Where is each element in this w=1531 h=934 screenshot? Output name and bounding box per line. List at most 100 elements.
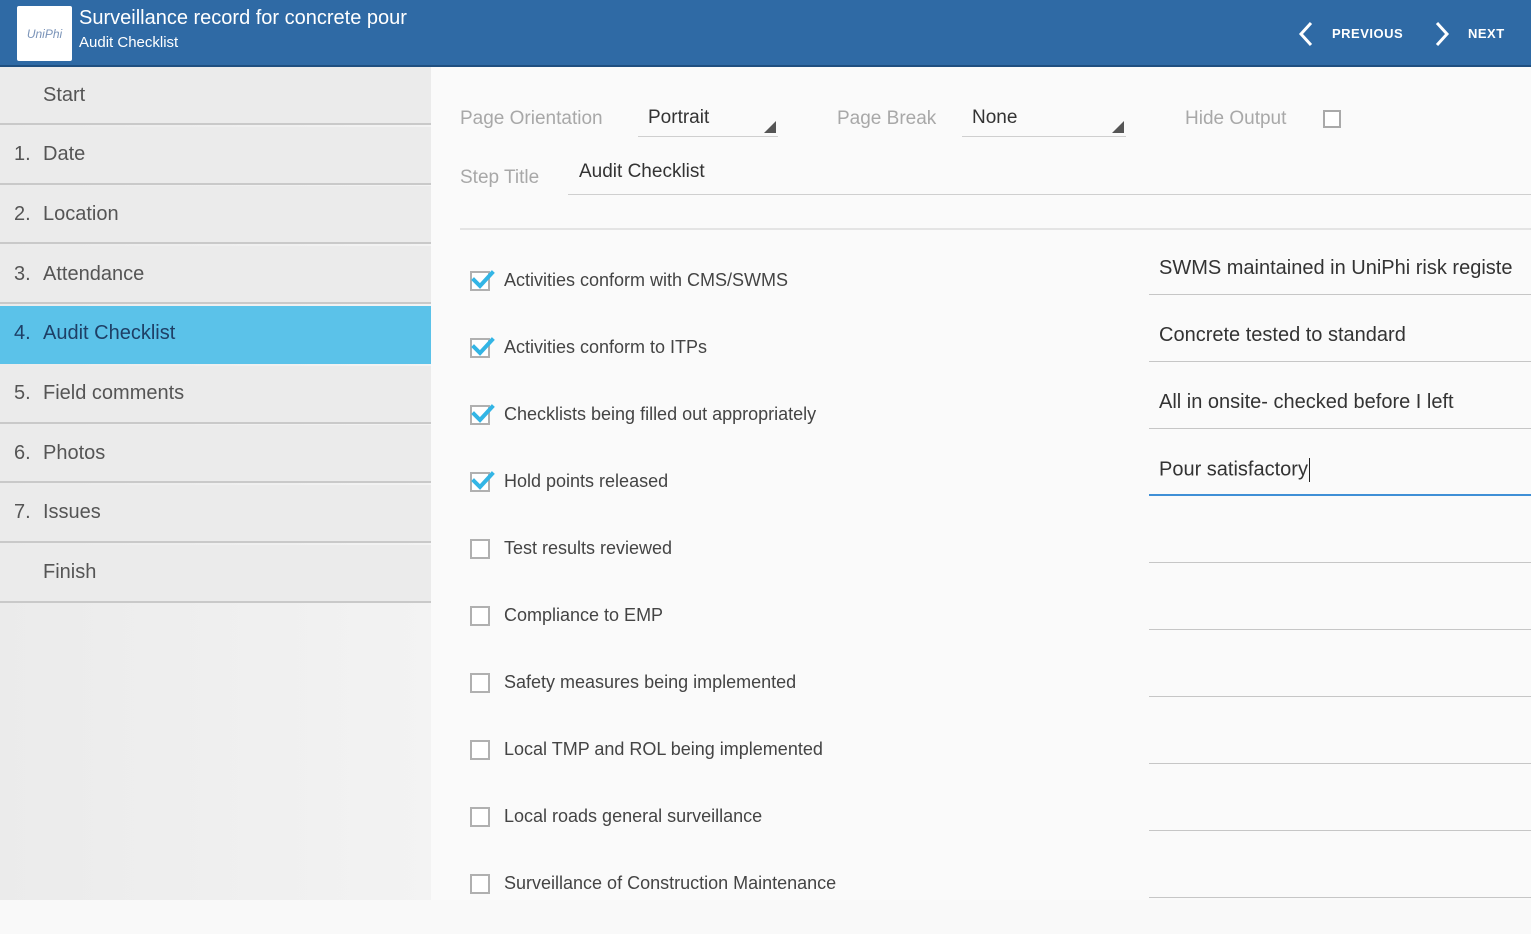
checkmark-icon [471, 404, 495, 423]
sidebar-item-label: Field comments [43, 382, 185, 404]
checklist-checkbox[interactable] [470, 807, 490, 827]
checklist-checkbox[interactable] [470, 404, 495, 425]
checkmark-icon [471, 337, 495, 356]
checklist-row: Local TMP and ROL being implemented [431, 739, 1531, 800]
checklist-checkbox[interactable] [470, 270, 495, 291]
dropdown-triangle-icon [764, 121, 776, 133]
checklist-item-label: Safety measures being implemented [504, 672, 797, 692]
checklist-comment-input[interactable] [1149, 592, 1531, 630]
checklist-item-label: Activities conform with CMS/SWMS [504, 270, 789, 290]
page-break-value: None [972, 107, 1018, 128]
checklist-checkbox[interactable] [470, 673, 490, 693]
checklist-checkbox[interactable] [470, 874, 490, 894]
dropdown-triangle-icon [1112, 121, 1124, 133]
checklist-comment-value: Pour satisfactory [1159, 458, 1308, 481]
chevron-right-icon [1435, 21, 1450, 46]
checklist-row: Test results reviewed [431, 538, 1531, 599]
sidebar-item-attendance[interactable]: 3. Attendance [0, 246, 431, 305]
step-title-label: Step Title [460, 167, 540, 188]
hide-output-label: Hide Output [1185, 108, 1287, 129]
sidebar-item-number: 7. [14, 501, 31, 524]
checklist-checkbox[interactable] [470, 740, 490, 760]
checklist-comment-value: SWMS maintained in UniPhi risk registe [1159, 257, 1513, 279]
checklist-comment-input[interactable] [1149, 860, 1531, 898]
page-break-select[interactable]: None [962, 107, 1126, 137]
checklist-comment-value: All in onsite- checked before I left [1159, 391, 1454, 413]
sidebar-item-label: Location [43, 202, 119, 225]
sidebar-item-number: 2. [14, 202, 31, 225]
checklist-comment-input[interactable]: All in onsite- checked before I left [1149, 391, 1531, 429]
previous-label: PREVIOUS [1332, 26, 1404, 41]
sidebar-item-label: Finish [43, 561, 97, 584]
step-editor: Page Orientation Portrait Page Break Non… [431, 67, 1531, 900]
sidebar-item-label: Issues [43, 501, 101, 524]
sidebar-item-date[interactable]: 1. Date [0, 126, 431, 185]
next-label: NEXT [1468, 26, 1505, 41]
step-title-value: Audit Checklist [579, 161, 705, 182]
checklist-comment-input[interactable] [1149, 726, 1531, 764]
checklist-row: Activities conform with CMS/SWMS SWMS mai… [431, 257, 1531, 331]
sidebar-item-issues[interactable]: 7. Issues [0, 484, 431, 543]
sidebar-item-start[interactable]: Start [0, 67, 431, 125]
text-caret [1308, 458, 1310, 482]
sidebar-item-finish[interactable]: Finish [0, 544, 431, 603]
sidebar-item-number: 6. [14, 441, 31, 464]
sidebar-item-number: 4. [14, 322, 31, 345]
checklist-row: Checklists being filled out appropriatel… [431, 391, 1531, 465]
checkmark-icon [471, 270, 495, 289]
checklist-row: Compliance to EMP [431, 605, 1531, 666]
chevron-left-icon [1298, 21, 1313, 46]
action-bar: UniPhi Surveillance record for concrete … [0, 0, 1531, 67]
checklist-checkbox[interactable] [470, 606, 490, 626]
checklist-row: Activities conform to ITPs Concrete teste… [431, 324, 1531, 398]
logo-text: UniPhi [26, 26, 63, 41]
sidebar-item-number: 1. [14, 143, 31, 166]
checklist-row: Local roads general surveillance [431, 806, 1531, 867]
sidebar-item-label: Date [43, 143, 86, 166]
step-sidebar: Start 1. Date 2. Location 3. Attendance 4. Audit… [0, 67, 431, 900]
hide-output-checkbox[interactable] [1323, 110, 1341, 128]
previous-button[interactable]: PREVIOUS [1296, 0, 1403, 67]
checklist-row: Safety measures being implemented [431, 672, 1531, 733]
checklist-row: Hold points released Pour satisfactory [431, 458, 1531, 532]
checklist-comment-input[interactable] [1149, 659, 1531, 697]
checklist-row: Surveillance of Construction Maintenance [431, 873, 1531, 934]
sidebar-item-number: 5. [14, 382, 31, 404]
sidebar-item-label: Attendance [43, 262, 145, 285]
checklist-item-label: Compliance to EMP [504, 605, 664, 625]
checklist-comment-input[interactable] [1149, 525, 1531, 563]
checklist-comment-input[interactable]: Pour satisfactory [1149, 458, 1531, 496]
sidebar-item-label: Photos [43, 441, 106, 464]
sidebar-item-photos[interactable]: 6. Photos [0, 425, 431, 484]
checklist-item-label: Checklists being filled out appropriatel… [504, 404, 817, 424]
page-orientation-select[interactable]: Portrait [638, 107, 778, 137]
checklist-item-label: Surveillance of Construction Maintenance [504, 873, 837, 893]
checklist-checkbox[interactable] [470, 539, 490, 559]
checklist-checkbox[interactable] [470, 337, 495, 358]
page-orientation-value: Portrait [648, 107, 710, 128]
sidebar-item-field-comments[interactable]: 5. Field comments [0, 365, 431, 424]
next-button[interactable]: NEXT [1432, 0, 1505, 67]
app-logo: UniPhi [17, 6, 72, 61]
sidebar-item-location[interactable]: 2. Location [0, 186, 431, 245]
checklist-item-label: Hold points released [504, 471, 669, 491]
sidebar-item-number: 3. [14, 262, 31, 285]
page-subtitle: Audit Checklist [79, 34, 179, 51]
page-title: Surveillance record for concrete pour [79, 7, 407, 29]
checklist-comment-input[interactable] [1149, 793, 1531, 831]
checklist-checkbox[interactable] [470, 471, 495, 492]
page-break-label: Page Break [837, 108, 937, 129]
divider [460, 228, 1531, 230]
step-title-input[interactable]: Audit Checklist [568, 161, 1531, 195]
page-orientation-label: Page Orientation [460, 108, 603, 129]
checklist-comment-value: Concrete tested to standard [1159, 324, 1406, 346]
sidebar-item-label: Start [43, 83, 86, 106]
checklist-item-label: Local TMP and ROL being implemented [504, 739, 823, 759]
checklist-item-label: Local roads general surveillance [504, 806, 763, 826]
checklist-comment-input[interactable]: Concrete tested to standard [1149, 324, 1531, 362]
sidebar-item-label: Audit Checklist [43, 322, 176, 345]
sidebar-item-audit-checklist[interactable]: 4. Audit Checklist [0, 305, 431, 364]
checklist-item-label: Test results reviewed [504, 538, 673, 558]
checkmark-icon [471, 471, 495, 490]
checklist-comment-input[interactable]: SWMS maintained in UniPhi risk registe [1149, 257, 1531, 295]
